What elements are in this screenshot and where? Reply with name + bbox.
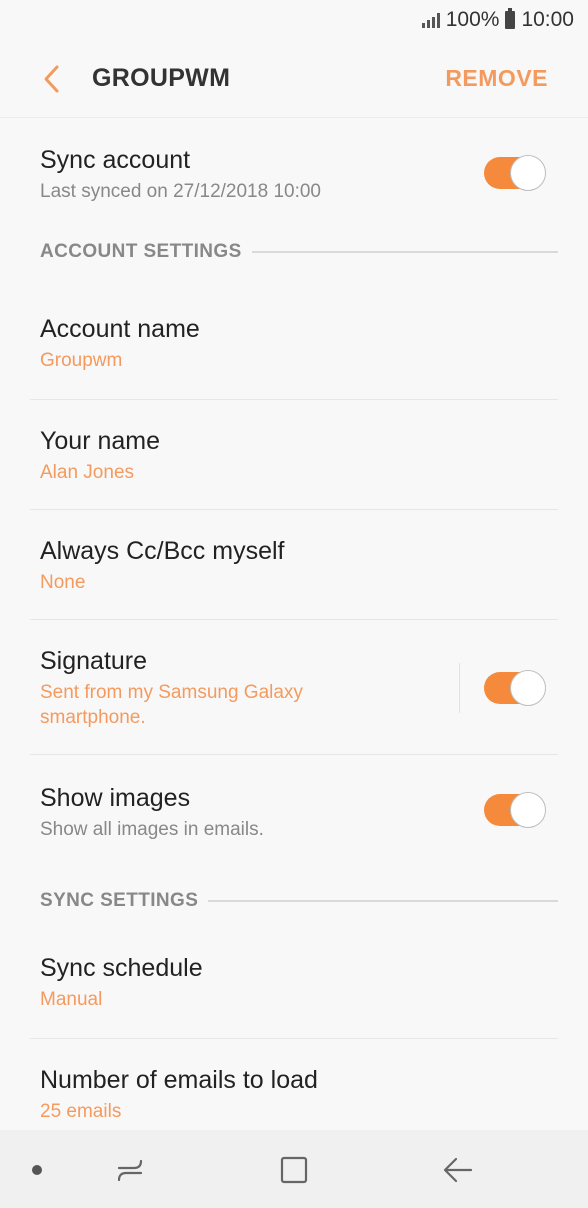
show-images-toggle[interactable]: [484, 792, 546, 828]
recent-apps-icon: [117, 1159, 143, 1182]
signature-row[interactable]: Signature Sent from my Samsung Galaxy sm…: [30, 620, 558, 755]
home-button[interactable]: [278, 1154, 310, 1186]
sync-schedule-row[interactable]: Sync schedule Manual: [30, 929, 558, 1039]
section-divider: [251, 251, 558, 253]
remove-button[interactable]: REMOVE: [445, 65, 548, 92]
home-icon: [280, 1156, 308, 1184]
cc-bcc-value: None: [40, 572, 86, 593]
status-bar: 100% 10:00: [0, 0, 588, 40]
account-settings-header: ACCOUNT SETTINGS: [40, 220, 558, 284]
sync-schedule-title: Sync schedule: [40, 954, 203, 982]
navigation-bar: [0, 1130, 588, 1208]
toggle-knob: [510, 792, 546, 828]
nav-indicator-dot: [32, 1165, 42, 1175]
section-header-label: SYNC SETTINGS: [40, 890, 199, 911]
page-title: GROUPWM: [92, 64, 231, 92]
signature-value: Sent from my Samsung Galaxy smartphone.: [40, 680, 558, 730]
sync-account-subtitle: Last synced on 27/12/2018 10:00: [40, 181, 322, 202]
toggle-knob: [510, 670, 546, 706]
recent-apps-button[interactable]: [114, 1154, 146, 1186]
show-images-row[interactable]: Show images Show all images in emails.: [30, 755, 558, 873]
show-images-subtitle: Show all images in emails.: [40, 819, 264, 840]
app-bar: GROUPWM REMOVE: [0, 40, 588, 118]
signature-value-line2: smartphone.: [40, 707, 146, 728]
back-arrow-icon: [443, 1157, 473, 1183]
section-header-label: ACCOUNT SETTINGS: [40, 241, 242, 262]
signature-value-line1: Sent from my Samsung Galaxy: [40, 682, 303, 703]
emails-to-load-value: 25 emails: [40, 1101, 122, 1122]
sync-settings-header: SYNC SETTINGS: [40, 873, 558, 929]
toggle-knob: [510, 155, 546, 191]
battery-icon: [505, 8, 516, 29]
account-name-title: Account name: [40, 315, 200, 343]
vertical-divider: [459, 663, 460, 713]
emails-to-load-row[interactable]: Number of emails to load 25 emails: [30, 1039, 558, 1139]
your-name-row[interactable]: Your name Alan Jones: [30, 400, 558, 510]
sync-account-toggle[interactable]: [484, 155, 546, 191]
settings-list: Sync account Last synced on 27/12/2018 1…: [0, 119, 588, 1139]
sync-account-row[interactable]: Sync account Last synced on 27/12/2018 1…: [30, 119, 558, 220]
signal-icon: [421, 12, 440, 28]
clock: 10:00: [521, 8, 574, 31]
back-button[interactable]: [22, 49, 82, 109]
chevron-left-icon: [44, 65, 59, 92]
your-name-value: Alan Jones: [40, 462, 135, 483]
show-images-title: Show images: [40, 784, 191, 812]
cc-bcc-row[interactable]: Always Cc/Bcc myself None: [30, 510, 558, 620]
cc-bcc-title: Always Cc/Bcc myself: [40, 537, 285, 565]
account-name-row[interactable]: Account name Groupwm: [30, 284, 558, 400]
your-name-title: Your name: [40, 427, 160, 455]
emails-to-load-title: Number of emails to load: [40, 1066, 318, 1094]
account-name-value: Groupwm: [40, 350, 123, 371]
nav-back-button[interactable]: [442, 1154, 474, 1186]
sync-account-title: Sync account: [40, 146, 191, 174]
section-divider: [208, 900, 558, 902]
sync-schedule-value: Manual: [40, 989, 103, 1010]
signature-title: Signature: [40, 647, 148, 675]
signature-toggle[interactable]: [484, 670, 546, 706]
battery-percentage: 100%: [445, 8, 500, 31]
